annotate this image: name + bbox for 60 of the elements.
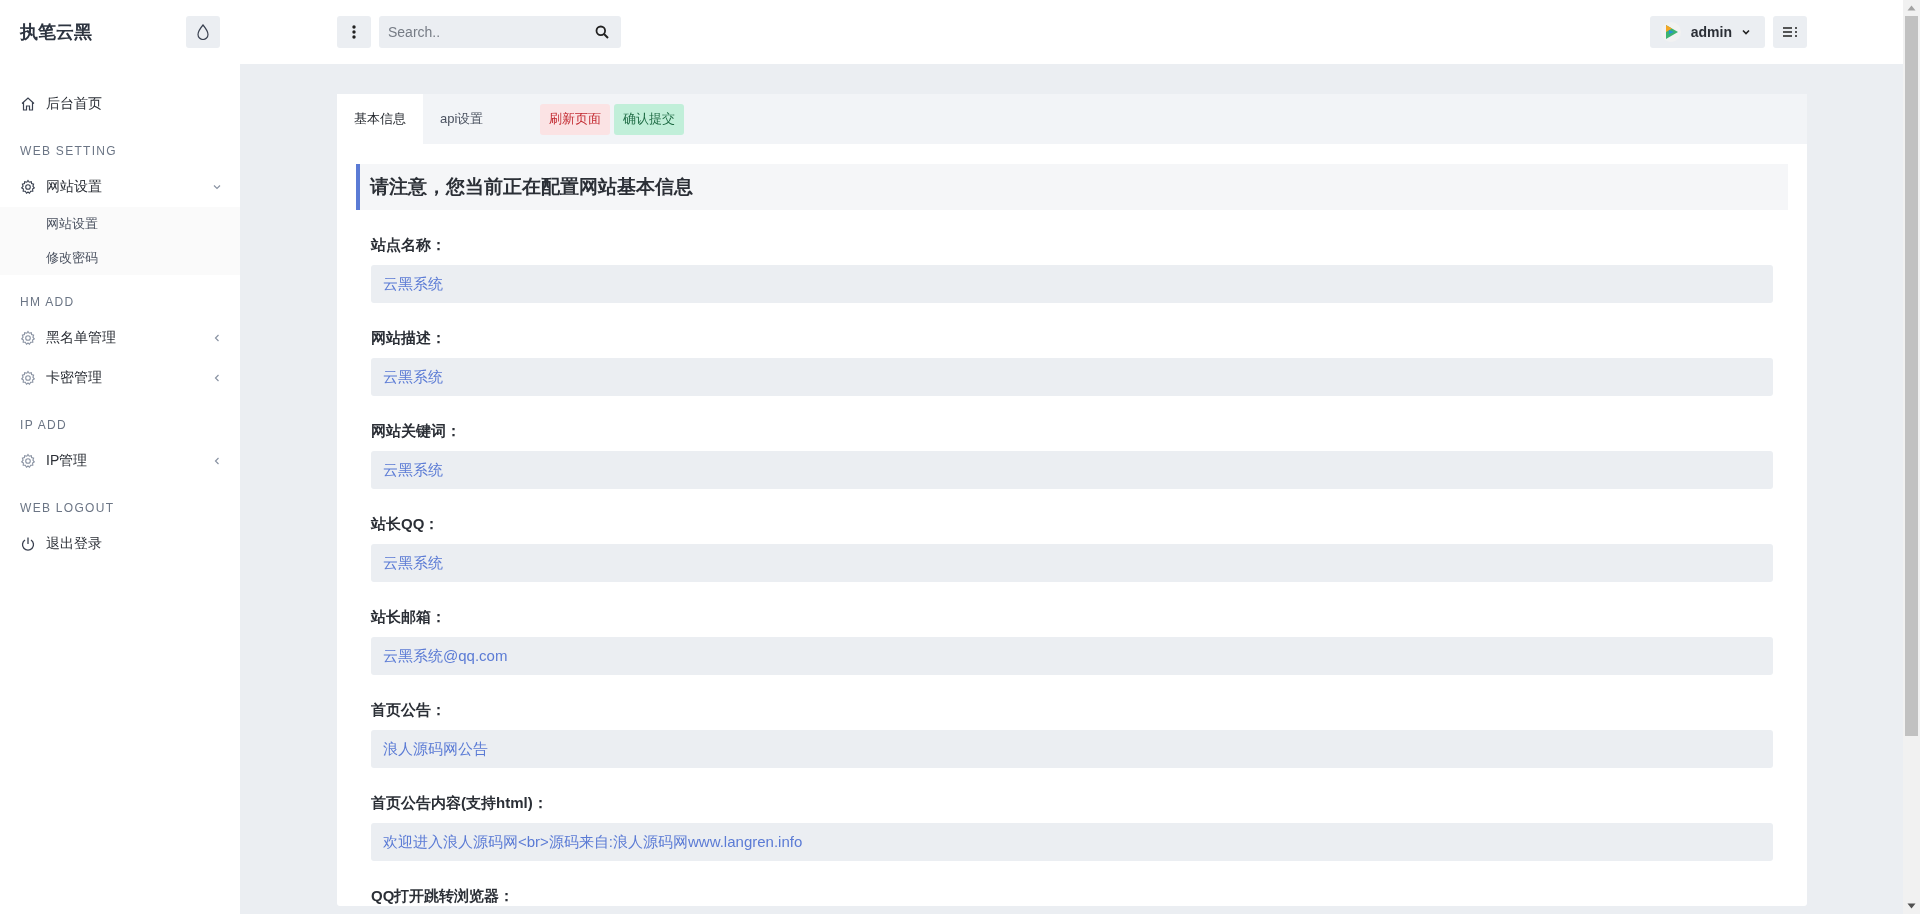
scrollbar[interactable]: [1903, 0, 1920, 914]
nav-item-label: 卡密管理: [46, 369, 103, 387]
field-label: QQ打开跳转浏览器：: [371, 887, 515, 906]
gear-icon: [20, 453, 36, 469]
menu-button[interactable]: [1773, 16, 1807, 48]
input-field[interactable]: 云黑系统: [371, 358, 1773, 396]
notice-banner: 请注意，您当前正在配置网站基本信息: [356, 164, 1788, 210]
input-field[interactable]: 云黑系统@qq.com: [371, 637, 1773, 675]
more-button[interactable]: [337, 16, 371, 48]
section-heading: WEB SETTING: [20, 143, 117, 160]
tab[interactable]: 基本信息: [337, 94, 423, 144]
vertical-dots-icon: [352, 25, 356, 39]
gear-icon: [20, 330, 36, 346]
input-field[interactable]: 浪人源码网公告: [371, 730, 1773, 768]
section-heading: WEB LOGOUT: [20, 500, 115, 517]
submenu-item[interactable]: 修改密码: [46, 241, 98, 275]
nav-item-label: 退出登录: [46, 535, 103, 553]
input-field[interactable]: 云黑系统: [371, 544, 1773, 582]
submenu-item[interactable]: 网站设置: [46, 207, 98, 241]
theme-button[interactable]: [186, 16, 220, 48]
site-logo-text: 执笔云黑: [20, 21, 92, 44]
field-label: 首页公告内容(支持html)：: [371, 794, 548, 813]
section-heading: IP ADD: [20, 417, 67, 434]
menu-icon: [1782, 26, 1798, 38]
field-label: 站长邮箱：: [371, 608, 446, 627]
gear-icon: [20, 370, 36, 386]
input-field[interactable]: 云黑系统: [371, 451, 1773, 489]
user-menu-button[interactable]: admin: [1649, 16, 1765, 48]
nav-item[interactable]: 退出登录: [0, 524, 240, 564]
nav-item[interactable]: 网站设置: [0, 167, 240, 207]
scrollbar-thumb[interactable]: [1905, 16, 1918, 736]
input-field[interactable]: 欢迎进入浪人源码网<br>源码来自:浪人源码网www.langren.info: [371, 823, 1773, 861]
home-icon: [20, 96, 36, 112]
input-field[interactable]: 云黑系统: [371, 265, 1773, 303]
scroll-up-arrow-icon: [1907, 5, 1916, 11]
submit-button[interactable]: 确认提交: [614, 103, 685, 135]
play-logo-icon: [1659, 21, 1682, 43]
caret-icon: [1741, 28, 1751, 36]
nav-item[interactable]: 卡密管理: [0, 358, 240, 398]
droplet-icon: [196, 24, 210, 40]
section-heading: HM ADD: [20, 294, 75, 311]
field-label: 首页公告：: [371, 701, 446, 720]
refresh-button[interactable]: 刷新页面: [540, 103, 611, 135]
field-label: 站点名称：: [371, 236, 446, 255]
nav-item[interactable]: 后台首页: [0, 84, 240, 124]
nav-item-label: 网站设置: [46, 178, 103, 196]
search-input[interactable]: Search..: [388, 24, 595, 40]
search-icon: [595, 25, 609, 39]
power-icon: [20, 536, 36, 552]
nav-item[interactable]: 黑名单管理: [0, 318, 240, 358]
gear-icon: [20, 179, 36, 195]
search-field[interactable]: Search..: [379, 16, 621, 48]
field-label: 站长QQ：: [371, 515, 440, 534]
scroll-down-arrow-icon: [1907, 903, 1916, 909]
nav-item[interactable]: IP管理: [0, 441, 240, 481]
nav-item-label: 黑名单管理: [46, 329, 117, 347]
nav-item-label: 后台首页: [46, 95, 103, 113]
field-label: 网站描述：: [371, 329, 446, 348]
nav-item-label: IP管理: [46, 452, 89, 470]
field-label: 网站关键词：: [371, 422, 461, 441]
